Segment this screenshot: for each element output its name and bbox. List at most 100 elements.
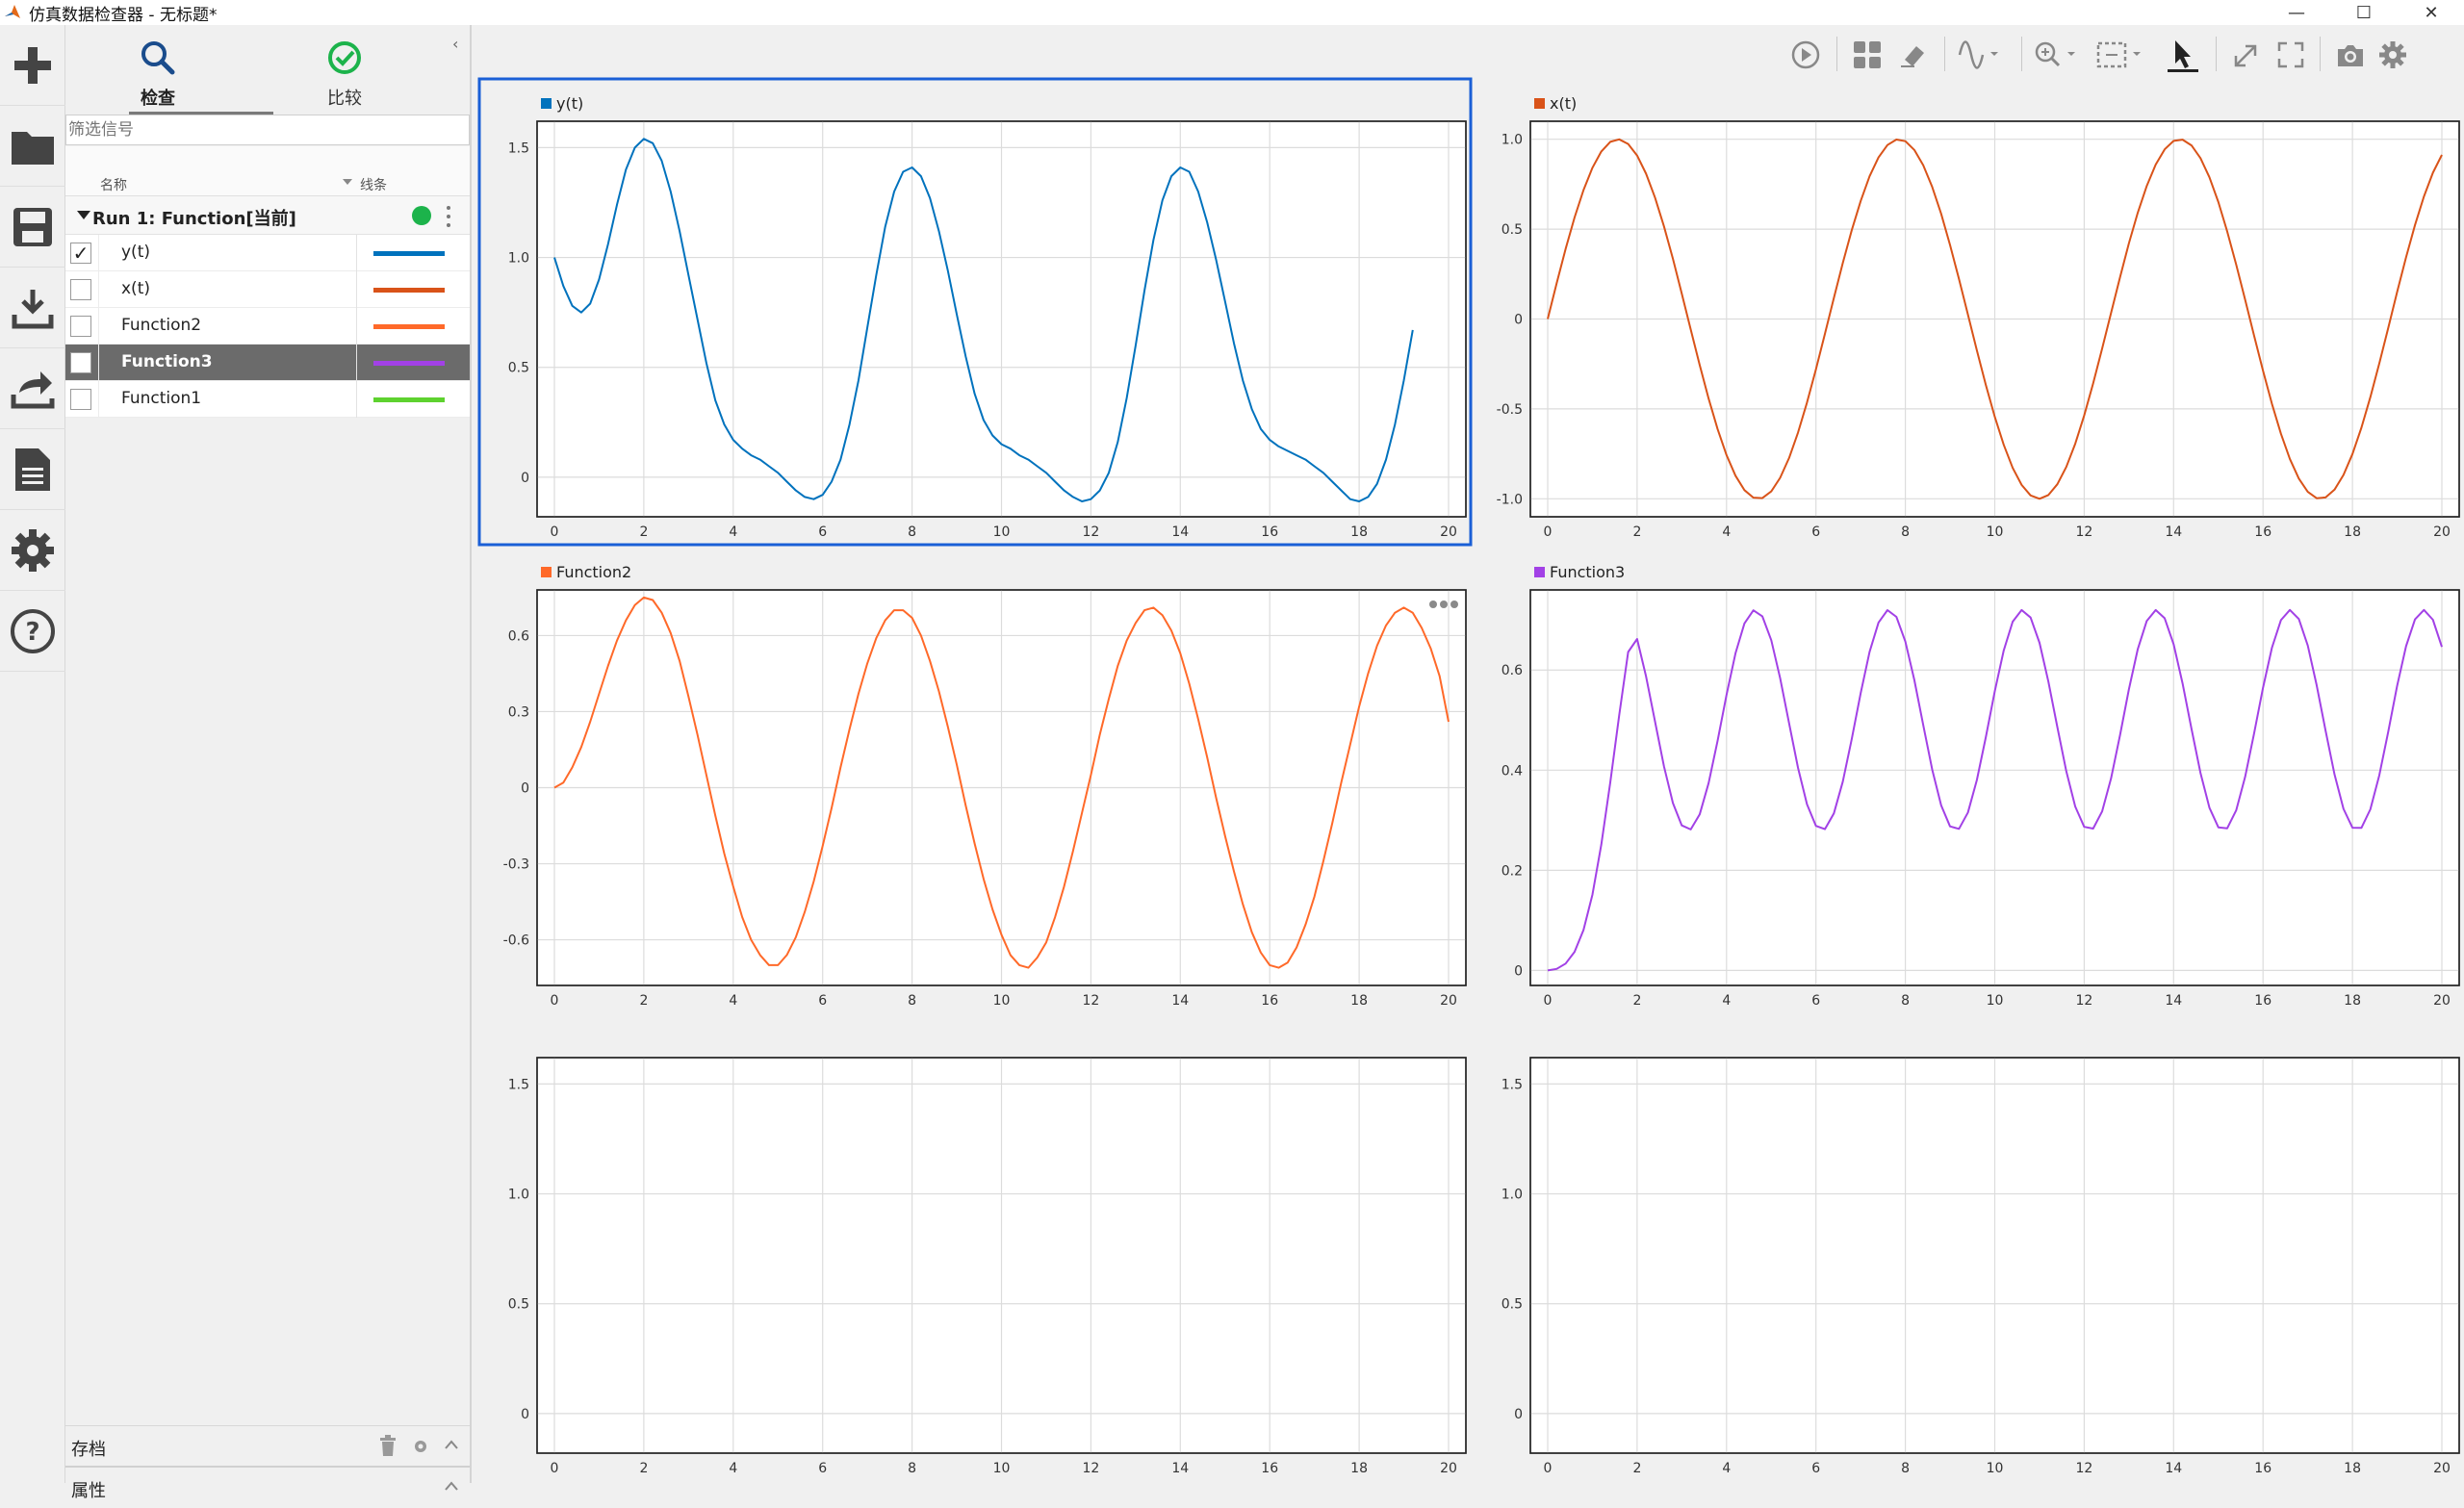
x-tick-label: 14 — [1171, 1461, 1189, 1476]
share-button[interactable] — [0, 348, 65, 429]
cursor-button[interactable] — [2162, 38, 2204, 72]
left-toolstrip: ? — [0, 25, 65, 1483]
archive-settings-icon[interactable] — [412, 1438, 429, 1455]
more-options-icon[interactable] — [1429, 601, 1458, 608]
signal-row[interactable]: Function1 — [65, 381, 472, 418]
legend-swatch — [1534, 567, 1545, 577]
sort-dropdown-icon[interactable] — [343, 179, 352, 185]
x-tick-label: 20 — [1440, 993, 1457, 1009]
collapse-panel-icon[interactable]: ‹ — [452, 35, 458, 53]
more-options-icon[interactable] — [447, 204, 450, 229]
svg-text:?: ? — [25, 618, 39, 647]
signal-row[interactable]: Function2 — [65, 308, 472, 345]
maximize-button[interactable]: ☐ — [2333, 0, 2395, 25]
minimize-button[interactable]: — — [2266, 0, 2327, 25]
new-button[interactable] — [0, 25, 65, 106]
signal-visualization-button[interactable] — [1956, 38, 2010, 71]
x-tick-label: 16 — [1261, 524, 1278, 540]
signal-row[interactable]: x(t) — [65, 271, 472, 308]
y-tick-label: 1.5 — [1502, 1077, 1523, 1092]
close-button[interactable]: ✕ — [2400, 0, 2462, 25]
signal-checkbox[interactable] — [70, 352, 91, 373]
plot-4[interactable]: 0 2 4 6 8 10 12 14 16 18 20 0.6 0.4 0.2 0 Function3 — [1502, 563, 2460, 1009]
x-tick-label: 20 — [1440, 524, 1457, 540]
row-divider — [98, 271, 99, 308]
x-tick-label: 6 — [818, 1461, 827, 1476]
zoom-button[interactable] — [2031, 38, 2085, 71]
x-tick-label: 2 — [1632, 524, 1641, 540]
y-tick-label: 0 — [1514, 1407, 1523, 1422]
x-tick-label: 10 — [1987, 1461, 2004, 1476]
fullscreen-icon — [2277, 41, 2304, 68]
y-tick-label: 0 — [521, 1407, 529, 1422]
signal-checkbox[interactable] — [70, 279, 91, 300]
signal-name: Function2 — [121, 316, 202, 335]
toolbar-separator — [2216, 37, 2217, 71]
visualization-settings-button[interactable] — [2374, 38, 2412, 71]
save-icon — [13, 207, 52, 246]
toolbar-separator — [1836, 37, 1837, 71]
open-button[interactable] — [0, 106, 65, 187]
fit-to-view-button[interactable] — [2094, 38, 2148, 71]
signal-line-style[interactable] — [373, 361, 445, 366]
signal-row[interactable]: Function3 — [65, 345, 472, 381]
y-tick-label: 0 — [1514, 963, 1523, 979]
column-divider — [356, 308, 357, 345]
x-tick-label: 10 — [993, 524, 1011, 540]
expand-triangle-icon[interactable] — [77, 211, 90, 219]
x-tick-label: 2 — [1632, 993, 1641, 1009]
signal-checkbox[interactable] — [70, 389, 91, 410]
y-tick-label: 0.3 — [508, 704, 529, 720]
fullscreen-button[interactable] — [2272, 38, 2310, 71]
clear-plots-button[interactable] — [1894, 38, 1933, 71]
x-tick-label: 16 — [2254, 1461, 2272, 1476]
help-button[interactable]: ? — [0, 591, 65, 672]
x-tick-label: 14 — [1171, 993, 1189, 1009]
x-tick-label: 18 — [1350, 993, 1368, 1009]
signal-line-style[interactable] — [373, 251, 445, 256]
signal-wave-icon — [1958, 40, 1998, 69]
x-tick-label: 4 — [1722, 1461, 1731, 1476]
y-tick-label: 0.6 — [508, 628, 529, 644]
replay-button[interactable] — [1786, 38, 1825, 71]
signal-checkbox[interactable]: ✓ — [70, 243, 91, 264]
signal-line-style[interactable] — [373, 397, 445, 402]
plot-3[interactable]: 0 2 4 6 8 10 12 14 16 18 20 0.6 0.3 0 -0.3 -0.6 Function… — [503, 563, 1467, 1009]
x-tick-label: 2 — [639, 1461, 648, 1476]
signal-row[interactable]: ✓ y(t) — [65, 235, 472, 271]
plot-6[interactable]: 0 2 4 6 8 10 12 14 16 18 20 1.5 1.0 0.5 0 — [1502, 1057, 2460, 1476]
column-header-line[interactable]: 线条 — [360, 175, 387, 194]
open-folder-icon — [12, 131, 54, 165]
import-button[interactable] — [0, 268, 65, 348]
archive-section[interactable]: 存档 — [65, 1425, 472, 1464]
y-tick-label: 0 — [521, 781, 529, 797]
x-tick-label: 8 — [908, 1461, 916, 1476]
properties-section[interactable]: 属性 — [65, 1466, 472, 1508]
signal-line-style[interactable] — [373, 324, 445, 329]
snapshot-button[interactable] — [2331, 38, 2370, 71]
save-button[interactable] — [0, 187, 65, 268]
x-tick-label: 10 — [1987, 993, 2004, 1009]
signal-line-style[interactable] — [373, 288, 445, 293]
preferences-button[interactable] — [0, 510, 65, 591]
x-tick-label: 4 — [729, 524, 737, 540]
report-button[interactable] — [0, 429, 65, 510]
plot-2[interactable]: 0 2 4 6 8 10 12 14 16 18 20 1.0 0.5 0 -0.5 -1.0 x(t) — [1497, 94, 2460, 540]
x-tick-label: 0 — [1544, 993, 1553, 1009]
camera-icon — [2338, 45, 2363, 66]
signal-table-header: 名称 线条 — [65, 146, 472, 196]
plot-5[interactable]: 0 2 4 6 8 10 12 14 16 18 20 1.5 1.0 0.5 0 — [508, 1057, 1467, 1476]
run-label: Run 1: Function[当前] — [92, 209, 296, 229]
expand-button[interactable] — [2227, 38, 2266, 71]
run-row[interactable]: Run 1: Function[当前] — [65, 196, 472, 235]
archive-collapse-icon[interactable] — [445, 1440, 458, 1449]
x-tick-label: 8 — [908, 993, 916, 1009]
layout-button[interactable] — [1848, 38, 1886, 71]
x-tick-label: 16 — [1261, 993, 1278, 1009]
simulation-data-inspector-window: 仿真数据检查器 - 无标题* — ☐ ✕ ? ‹ 检查 比较 筛选信号 名称 线… — [0, 0, 2464, 1508]
plot-1[interactable]: 0 2 4 6 8 10 12 14 16 18 20 1.5 1.0 0.5 0 y(t) — [477, 77, 1473, 547]
trash-icon[interactable] — [379, 1435, 397, 1456]
filter-signals-input[interactable] — [65, 115, 470, 145]
signal-checkbox[interactable] — [70, 316, 91, 337]
column-header-name[interactable]: 名称 — [100, 175, 127, 194]
